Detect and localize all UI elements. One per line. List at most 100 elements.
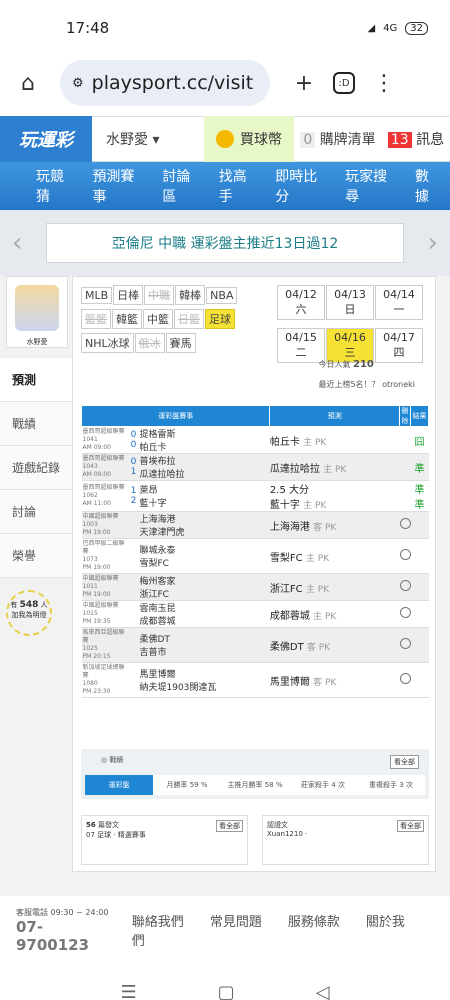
game-code: 1011 [82, 583, 98, 590]
league-tag[interactable]: 韓棒 [175, 285, 206, 305]
score-away: 1 [130, 486, 137, 496]
new-tab-icon[interactable]: + [284, 71, 324, 96]
league-tag[interactable]: 俄冰 [134, 333, 165, 353]
post-card: 認證文 看全部 Xuan1210 · [262, 815, 429, 865]
cart-link[interactable]: 0 購牌清單 [294, 129, 382, 149]
post-count: 56 [86, 821, 96, 829]
date-tab[interactable]: 04/12 六 [277, 285, 325, 320]
post-title: 認證文 [267, 821, 288, 829]
view-all-button[interactable]: 看全部 [216, 820, 243, 832]
team-away: 萊昂 [139, 486, 158, 496]
tab-switcher-icon[interactable]: :D [333, 72, 355, 94]
nav-item[interactable]: 玩競猜 [0, 166, 84, 206]
nav-item[interactable]: 預測賽事 [84, 166, 154, 206]
delete-radio-icon[interactable] [399, 580, 411, 591]
home-nav-icon[interactable]: ▢ [218, 982, 235, 1000]
chevron-right-icon[interactable]: › [428, 228, 438, 258]
view-all-button[interactable]: 看全部 [397, 820, 424, 832]
pick-team: 柔佛DT [269, 641, 304, 653]
league-tag[interactable]: NBA [206, 287, 238, 304]
user-menu[interactable]: 水野愛 ▾ [92, 129, 204, 149]
buy-coin-button[interactable]: 買球幣 [204, 116, 294, 162]
teams-cell: 普埃布拉 瓜達拉哈拉 [139, 453, 270, 481]
delete-radio-icon[interactable] [399, 638, 411, 649]
prediction-panel: MLB 日棒 中職 韓棒 NBA籃籃 韓籃 中籃 日籃 足球NHL冰球 俄冰 賽馬 04/12 六0… [72, 276, 436, 872]
delete-radio-icon[interactable] [399, 607, 411, 618]
team-away: 聯城永泰 [139, 546, 176, 556]
menu-icon[interactable]: ⋮ [364, 71, 404, 96]
league-tag[interactable]: 中籃 [143, 309, 173, 329]
league-tag[interactable]: 中職 [144, 285, 175, 305]
league-tag[interactable]: 賽馬 [165, 333, 196, 353]
site-footer: 客服電話 09:30 ~ 24:00 07-9700123 聯絡我們 常見問題 服務條… [0, 896, 450, 964]
team-home: 瓜達拉哈拉 [139, 470, 185, 480]
league-tag[interactable]: NHL冰球 [81, 333, 134, 353]
sidebar-item[interactable]: 戰績 [0, 402, 72, 446]
avatar[interactable]: 水野愛 [6, 276, 68, 348]
nav-item[interactable]: 玩家搜尋 [337, 166, 407, 206]
hotline-number[interactable]: 07-9700123 [16, 918, 89, 954]
table-row: 中國超級聯賽 1015 PM 19:35 雲南玉昆 成都蓉城 成都蓉城 主 PK [81, 600, 429, 628]
score-cell [127, 627, 140, 663]
site-logo[interactable]: 玩運彩 [0, 116, 92, 162]
result-cell [410, 662, 429, 698]
team-away: 梅州客家 [139, 577, 176, 587]
league-tag[interactable]: 日棒 [113, 285, 144, 305]
table-row: 中國超級聯賽 1011 PM 19:00 梅州客家 浙江FC 浙江FC 主 PK [81, 573, 429, 601]
pick-team: 帕丘卡 [269, 436, 300, 448]
record-all-button[interactable]: 看全部 [390, 755, 419, 769]
league-tag[interactable]: 韓籃 [112, 309, 142, 329]
sidebar-item[interactable]: 榮譽 [0, 534, 72, 578]
league-tag[interactable]: 足球 [205, 309, 235, 329]
popularity: 今日人氣 210 最近上榜5名！？ otroneki [318, 355, 415, 395]
pick-cell: 上海海港 客 PK [269, 511, 400, 539]
date-tab[interactable]: 04/13 日 [326, 285, 374, 320]
follow-bulb[interactable]: 有 548 人加我為明燈 [6, 590, 52, 636]
sidebar-item[interactable]: 預測 [0, 358, 72, 402]
sidebar-item[interactable]: 討論 [0, 490, 72, 534]
league-tag[interactable]: 日籃 [174, 309, 204, 329]
footer-link[interactable]: 服務條款 [288, 915, 340, 930]
banner-text[interactable]: 亞倫尼 中職 運彩盤主推近13日過12 [46, 223, 404, 263]
teams-cell: 柔佛DT 吉普市 [139, 627, 270, 663]
messages-link[interactable]: 13 訊息 [382, 129, 450, 149]
delete-radio-icon[interactable] [399, 549, 411, 560]
nav-item[interactable]: 找高手 [211, 166, 267, 206]
chevron-left-icon[interactable]: ‹ [12, 228, 22, 258]
result-mark-2: 準 [414, 500, 425, 511]
game-code: 1015 [82, 610, 98, 617]
url-field[interactable]: ⚙ playsport.cc/visit [60, 60, 270, 106]
home-icon[interactable]: ⌂ [8, 71, 48, 96]
league-tag[interactable]: MLB [81, 287, 113, 304]
team-home: 雪梨FC [139, 559, 169, 569]
league-cell: 中國超級聯賽 1003 PM 19:00 [81, 511, 128, 539]
score-cell [127, 511, 140, 539]
menu-nav-icon[interactable]: ☰ [121, 982, 137, 1000]
result-cell [410, 573, 429, 601]
nav-item[interactable]: 討論區 [154, 166, 210, 206]
cart-label: 購牌清單 [319, 132, 376, 148]
date-tab[interactable]: 04/14 一 [375, 285, 423, 320]
game-time: PM 19:00 [82, 564, 111, 571]
score-cell [127, 662, 140, 698]
footer-link[interactable]: 聯絡我們 [132, 915, 184, 930]
back-nav-icon[interactable]: ◁ [316, 982, 330, 1000]
nav-item[interactable]: 數據 [407, 166, 450, 206]
nav-item[interactable]: 即時比分 [267, 166, 337, 206]
league-tag[interactable]: 籃籃 [81, 309, 111, 329]
record-title: 戰績 [109, 756, 124, 764]
footer-link[interactable]: 常見問題 [210, 915, 262, 930]
game-time: PM 19:00 [82, 529, 111, 536]
record-item[interactable]: 運彩盤 [85, 775, 153, 795]
network-label: 4G [383, 22, 398, 34]
record-item: 月勝率 59 % [166, 781, 208, 789]
th-events: 運彩盤賽事 [80, 405, 271, 427]
score-cell: 01 [127, 453, 140, 481]
delete-cell [399, 600, 411, 628]
site-settings-icon[interactable]: ⚙ [72, 76, 84, 91]
delete-radio-icon[interactable] [399, 518, 411, 529]
status-time: 17:48 [66, 19, 110, 37]
delete-radio-icon[interactable] [399, 673, 411, 684]
result-cell: 準準 [410, 480, 429, 512]
sidebar-item[interactable]: 遊戲紀錄 [0, 446, 72, 490]
